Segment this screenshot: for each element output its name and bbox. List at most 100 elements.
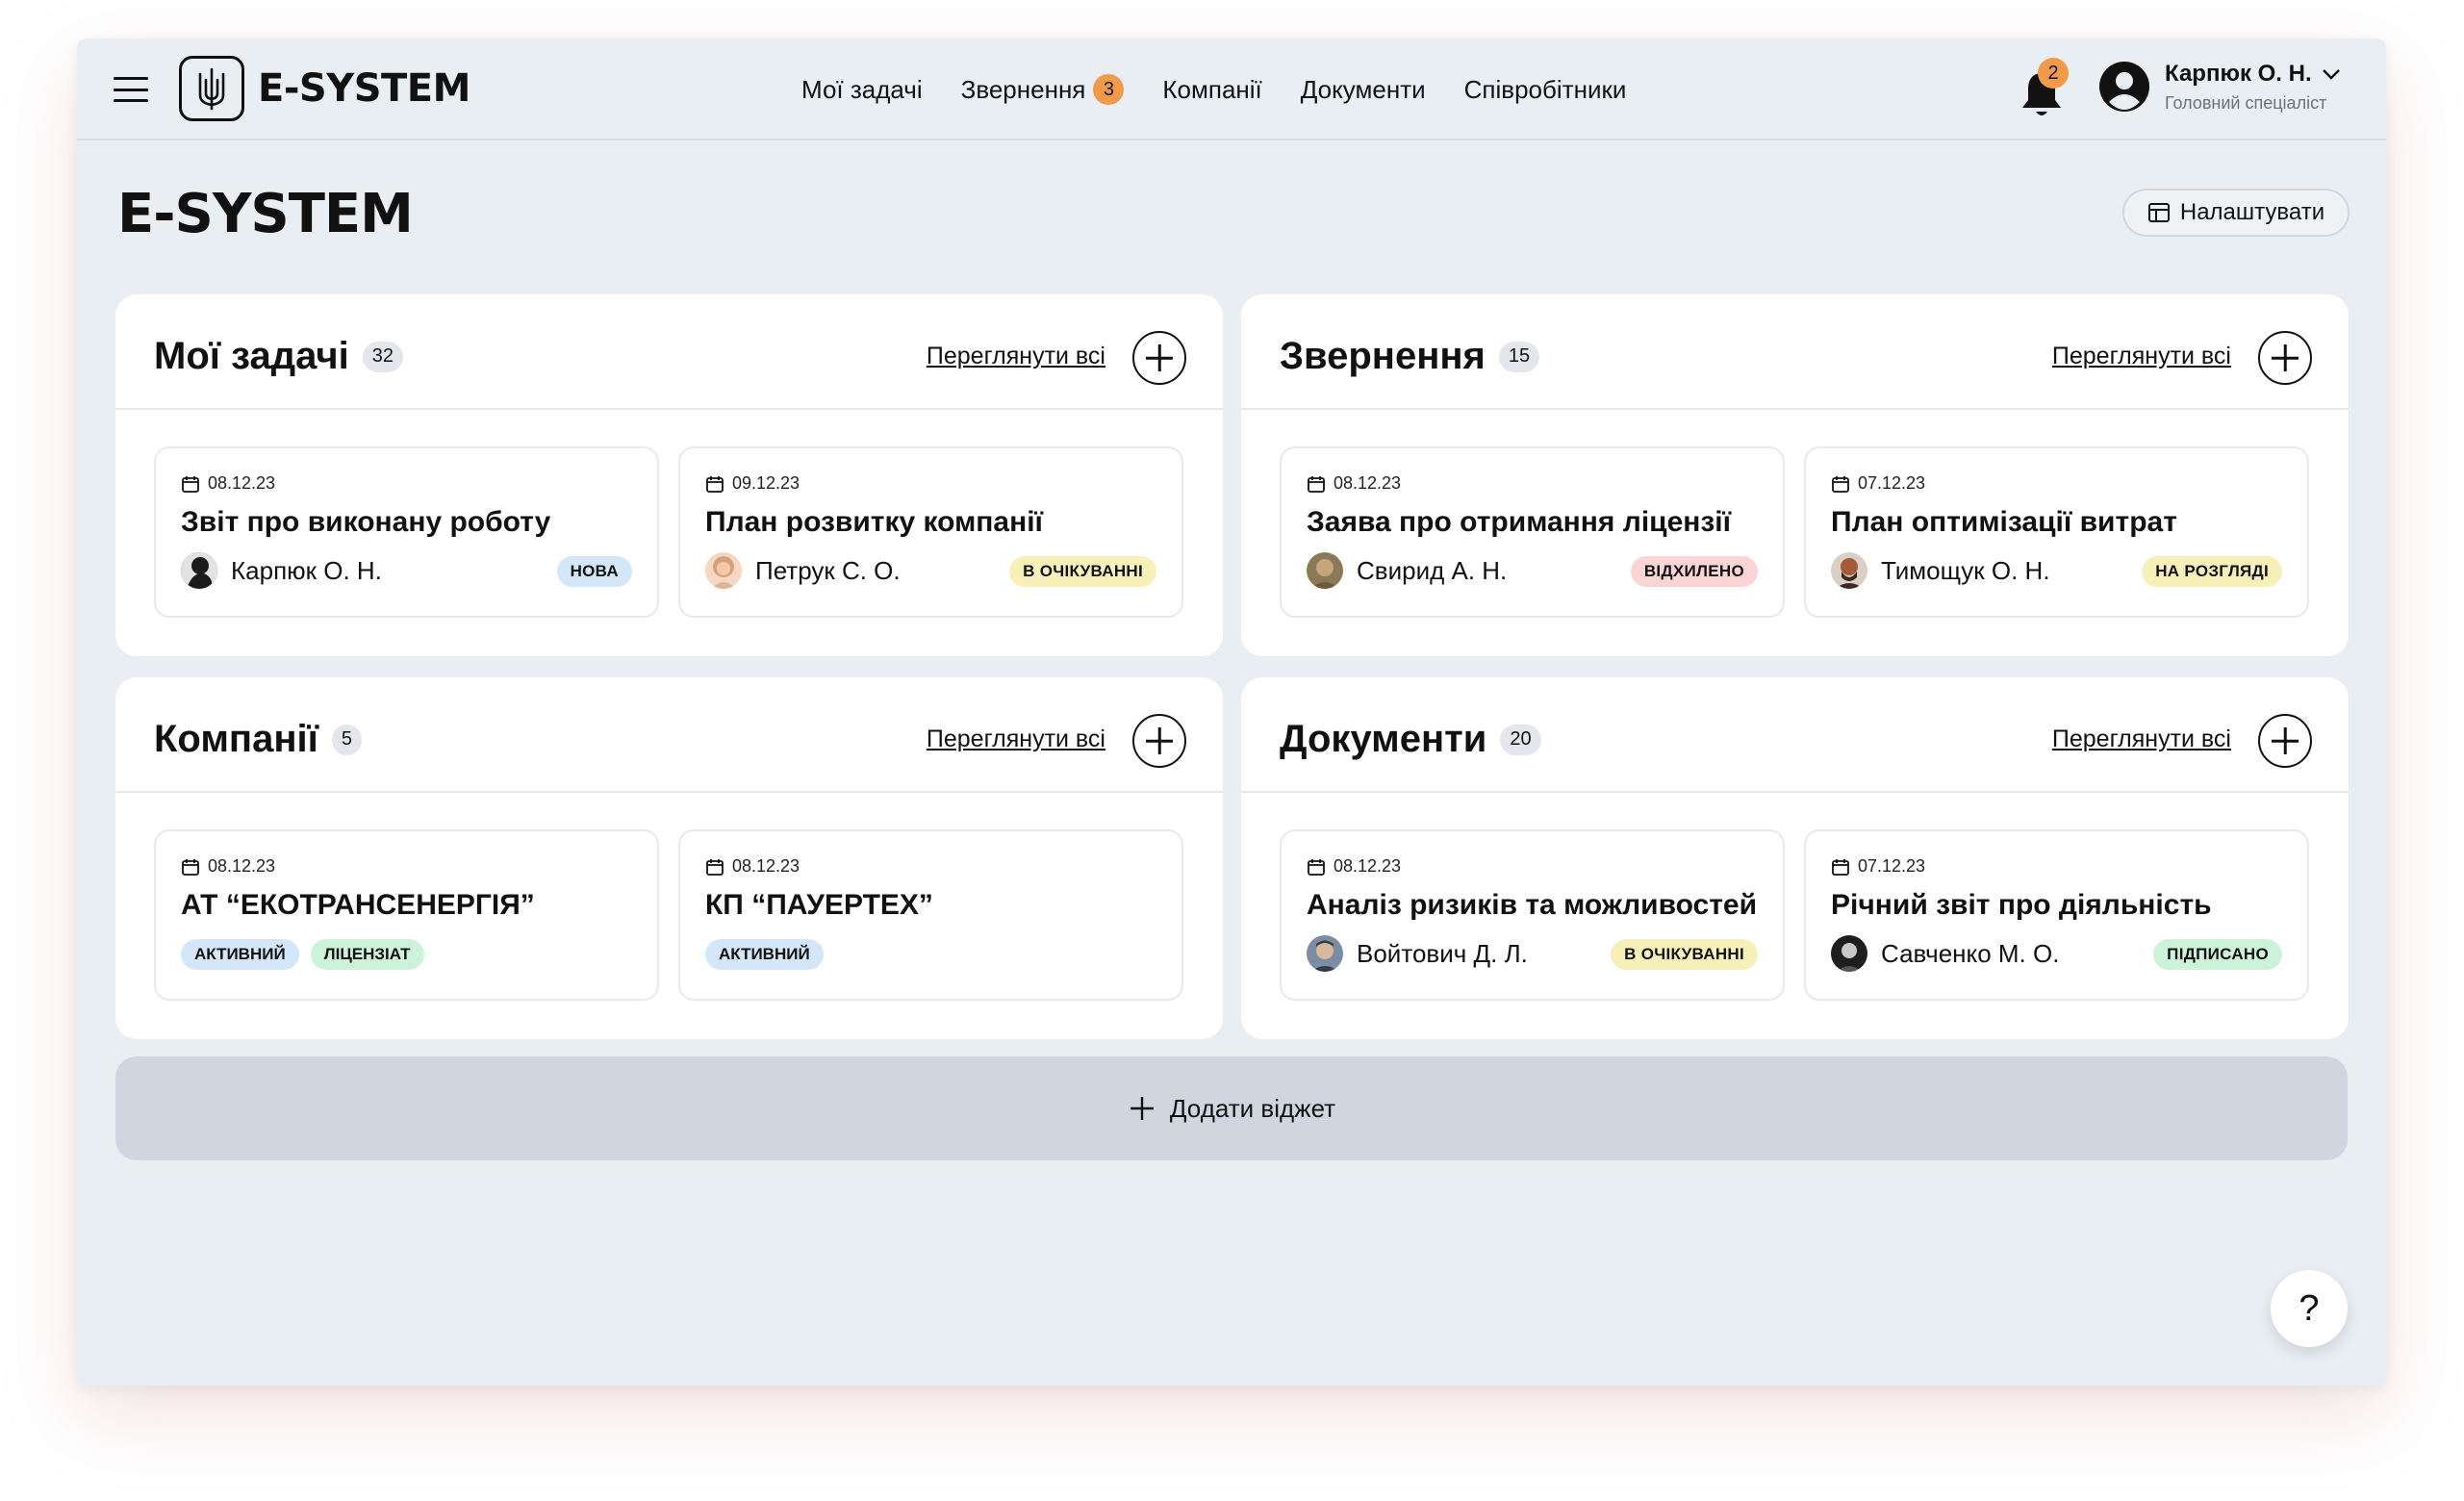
app-window: E-SYSTEM Мої задачі Звернення 3 Компанії … xyxy=(77,38,2386,1386)
status-badge: НОВА xyxy=(556,556,632,587)
nav-item-label: Документи xyxy=(1300,74,1426,104)
widget-count-badge: 15 xyxy=(1498,341,1540,372)
avatar xyxy=(1307,935,1343,972)
view-all-link[interactable]: Переглянути всі xyxy=(2052,343,2231,370)
card-title: Аналіз ризиків та можливостей xyxy=(1307,889,1758,921)
nav-item-companies[interactable]: Компанії xyxy=(1162,75,1261,105)
layout-icon xyxy=(2147,203,2170,222)
card-date: 08.12.23 xyxy=(208,473,276,493)
widget-count-badge: 5 xyxy=(331,724,362,755)
calendar-icon xyxy=(1308,475,1325,493)
user-role: Головний спеціаліст xyxy=(2165,92,2327,113)
card-date: 07.12.23 xyxy=(1858,473,1926,493)
nav-item-label: Співробітники xyxy=(1463,74,1627,104)
add-icon[interactable] xyxy=(1132,331,1186,385)
company-card[interactable]: 08.12.23 АТ “ЕКОТРАНСЕНЕРГІЯ” АКТИВНИЙ Л… xyxy=(154,829,659,1001)
card-person: Петрук С. О. xyxy=(755,555,901,585)
calendar-icon xyxy=(1832,858,1849,876)
task-card[interactable]: 09.12.23 План розвитку компанії Петрук С… xyxy=(678,446,1183,618)
nav-item-my-tasks[interactable]: Мої задачі xyxy=(801,75,923,105)
add-icon[interactable] xyxy=(1132,714,1186,768)
status-badge: ВІДХИЛЕНО xyxy=(1630,556,1758,587)
nav-item-label: Мої задачі xyxy=(801,74,923,104)
calendar-icon xyxy=(706,858,724,876)
card-title: КП “ПАУЕРТЕХ” xyxy=(705,889,933,921)
chevron-down-icon xyxy=(2322,68,2340,80)
notification-count-badge: 2 xyxy=(2038,58,2069,89)
view-all-link[interactable]: Переглянути всі xyxy=(927,343,1105,370)
avatar xyxy=(1831,935,1867,972)
card-date: 08.12.23 xyxy=(1334,856,1402,876)
calendar-icon xyxy=(182,475,199,493)
plus-icon xyxy=(1130,1097,1154,1120)
add-widget-button[interactable]: Додати віджет xyxy=(115,1056,2348,1160)
view-all-link[interactable]: Переглянути всі xyxy=(2052,725,2231,753)
card-date: 08.12.23 xyxy=(732,856,800,876)
user-menu[interactable]: Карпюк О. Н. Головний спеціаліст xyxy=(2097,60,2343,114)
widget-count-badge: 32 xyxy=(362,341,403,372)
card-date: 09.12.23 xyxy=(732,473,800,493)
avatar xyxy=(1831,552,1867,589)
widget-title: Звернення xyxy=(1280,335,1486,377)
company-card[interactable]: 08.12.23 КП “ПАУЕРТЕХ” АКТИВНИЙ xyxy=(678,829,1183,1001)
trident-icon xyxy=(179,56,244,121)
top-bar: E-SYSTEM Мої задачі Звернення 3 Компанії … xyxy=(77,38,2386,140)
card-title: Звіт про виконану роботу xyxy=(181,506,551,538)
user-avatar-icon xyxy=(2097,60,2151,114)
status-badge: ЛІЦЕНЗІАТ xyxy=(310,939,424,970)
settings-button[interactable]: Налаштувати xyxy=(2122,189,2350,237)
nav-item-label: Звернення xyxy=(960,74,1086,104)
status-badge: НА РОЗГЛЯДІ xyxy=(2142,556,2282,587)
card-title: План розвитку компанії xyxy=(705,506,1043,538)
view-all-link[interactable]: Переглянути всі xyxy=(927,725,1105,753)
settings-label: Налаштувати xyxy=(2179,199,2325,225)
card-person: Свирид А. Н. xyxy=(1357,555,1508,585)
help-button[interactable]: ? xyxy=(2271,1270,2348,1347)
calendar-icon xyxy=(1308,858,1325,876)
card-title: Заява про отримання ліцензії xyxy=(1307,506,1732,538)
card-date: 08.12.23 xyxy=(1334,473,1402,493)
logo-text: E-SYSTEM xyxy=(258,66,470,111)
logo[interactable]: E-SYSTEM xyxy=(179,56,470,121)
nav-item-documents[interactable]: Документи xyxy=(1301,75,1426,105)
document-card[interactable]: 08.12.23 Аналіз ризиків та можливостей В… xyxy=(1280,829,1785,1001)
nav-item-employees[interactable]: Співробітники xyxy=(1464,75,1627,105)
menu-icon[interactable] xyxy=(114,77,148,102)
status-badge: В ОЧІКУВАННІ xyxy=(1009,556,1156,587)
avatar xyxy=(181,552,217,589)
calendar-icon xyxy=(182,858,199,876)
widget-title: Мої задачі xyxy=(154,335,349,377)
widget-my-tasks: Мої задачі 32 Переглянути всі 08.12.23 Зв… xyxy=(115,294,1223,656)
nav-item-appeals[interactable]: Звернення 3 xyxy=(961,74,1125,105)
status-badge: В ОЧІКУВАННІ xyxy=(1611,939,1758,970)
status-badge: ПІДПИСАНО xyxy=(2153,939,2282,970)
avatar xyxy=(705,552,742,589)
avatar xyxy=(1307,552,1343,589)
widget-title: Компанії xyxy=(154,718,318,760)
add-icon[interactable] xyxy=(2258,714,2312,768)
main-nav: Мої задачі Звернення 3 Компанії Документи… xyxy=(801,38,1626,140)
add-widget-label: Додати віджет xyxy=(1169,1093,1336,1123)
card-date: 07.12.23 xyxy=(1858,856,1926,876)
card-person: Карпюк О. Н. xyxy=(231,555,382,585)
document-card[interactable]: 07.12.23 Річний звіт про діяльність Савч… xyxy=(1804,829,2309,1001)
widget-documents: Документи 20 Переглянути всі 08.12.23 Ана… xyxy=(1241,677,2349,1039)
add-icon[interactable] xyxy=(2258,331,2312,385)
appeal-card[interactable]: 07.12.23 План оптимізації витрат Тимощук… xyxy=(1804,446,2309,618)
card-person: Войтович Д. Л. xyxy=(1357,938,1528,968)
widget-appeals: Звернення 15 Переглянути всі 08.12.23 Зая… xyxy=(1241,294,2349,656)
card-title: План оптимізації витрат xyxy=(1831,506,2177,538)
widget-count-badge: 20 xyxy=(1500,724,1541,755)
card-title: Річний звіт про діяльність xyxy=(1831,889,2212,921)
calendar-icon xyxy=(1832,475,1849,493)
card-person: Савченко М. О. xyxy=(1881,938,2060,968)
status-badge: АКТИВНИЙ xyxy=(705,939,824,970)
card-person: Тимощук О. Н. xyxy=(1881,555,2050,585)
task-card[interactable]: 08.12.23 Звіт про виконану роботу Карпюк… xyxy=(154,446,659,618)
appeal-card[interactable]: 08.12.23 Заява про отримання ліцензії Св… xyxy=(1280,446,1785,618)
nav-item-label: Компанії xyxy=(1162,74,1262,104)
nav-count-badge: 3 xyxy=(1093,74,1125,105)
page-title: E-SYSTEM xyxy=(117,183,414,245)
widget-companies: Компанії 5 Переглянути всі 08.12.23 АТ “Е… xyxy=(115,677,1223,1039)
status-badge: АКТИВНИЙ xyxy=(181,939,299,970)
